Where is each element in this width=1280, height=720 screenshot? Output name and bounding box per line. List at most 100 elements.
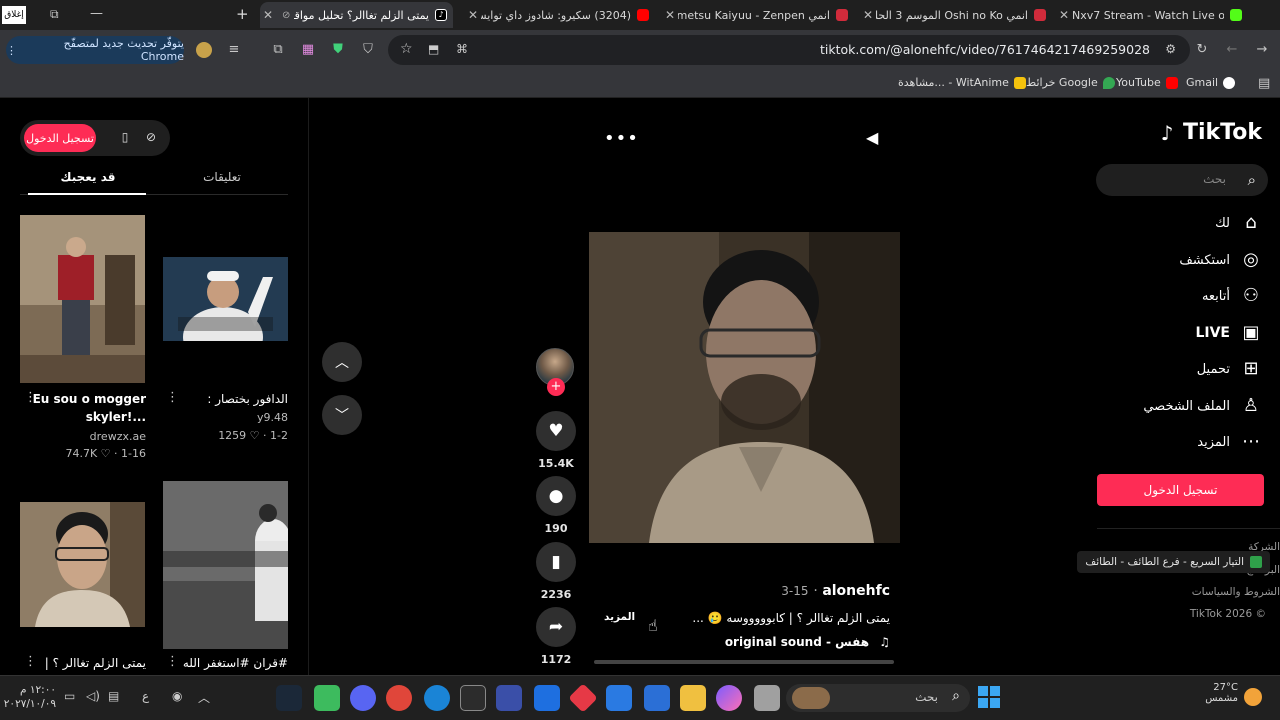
install-app-icon[interactable]: ⬒: [428, 42, 439, 56]
close-tab-icon[interactable]: ✕: [465, 8, 481, 22]
share-arrow-icon[interactable]: ➦: [536, 607, 576, 647]
tab-anime-shimetsu[interactable]: ✕ انمي Shimetsu Kaiyuu - Zenpen: [662, 2, 854, 28]
device-icon[interactable]: ▯: [118, 130, 132, 144]
nav-upload[interactable]: ⊞ تحميل: [1197, 355, 1262, 383]
profile-avatar-icon[interactable]: [196, 42, 212, 58]
store-icon[interactable]: [644, 685, 670, 711]
omnibox[interactable]: ☆ ⬒ ⌘ tiktok.com/@alonehfc/video/7617464…: [388, 35, 1190, 65]
steam-icon[interactable]: [276, 685, 302, 711]
anydesk-icon[interactable]: [568, 683, 598, 713]
nav-live[interactable]: ▣ LIVE: [1195, 319, 1262, 347]
bookmark-gmail[interactable]: Gmail: [1186, 76, 1236, 89]
leftover-tab-label[interactable]: إغلاق: [2, 6, 26, 24]
app-window-icon[interactable]: [754, 685, 780, 711]
nav-profile[interactable]: ♙ الملف الشخصي: [1143, 392, 1262, 420]
card-title[interactable]: يمتى الزلم تغاالر ؟ |: [28, 656, 146, 670]
close-tab-icon[interactable]: ✕: [662, 8, 678, 22]
language-indicator-icon[interactable]: ع: [142, 689, 149, 703]
bookmark-google-maps[interactable]: خرائط Google: [1026, 76, 1115, 89]
nav-for-you[interactable]: ⌂ لك: [1215, 209, 1262, 237]
network-icon[interactable]: ▤: [108, 689, 119, 703]
card-title[interactable]: #قران #استغفر الله: [163, 656, 288, 670]
save-action[interactable]: ▮ 2236: [536, 542, 576, 601]
tab-kick[interactable]: ✕ Nxv7 Stream - Watch Live on Ki: [1056, 2, 1248, 28]
caption-more-link[interactable]: المزيد: [604, 611, 635, 623]
taskbar-search[interactable]: بحث ⌕: [786, 684, 970, 712]
card-title-line2[interactable]: skyler!...: [28, 410, 146, 424]
video-thumbnail[interactable]: [163, 257, 288, 341]
panel-login-button[interactable]: تسجيل الدخول: [24, 124, 96, 152]
extension-icon[interactable]: ▦: [300, 42, 316, 58]
windows-start-icon[interactable]: [978, 686, 1000, 708]
video-author-line[interactable]: 3-15 · alonehfc: [781, 583, 890, 599]
close-tab-icon[interactable]: ✕: [860, 8, 876, 22]
video-sound[interactable]: original sound - هفس ♫: [725, 635, 890, 649]
copilot-icon[interactable]: [716, 685, 742, 711]
outlook-icon[interactable]: [606, 685, 632, 711]
epic-games-icon[interactable]: [460, 685, 486, 711]
search-icon[interactable]: ⌕: [1248, 171, 1256, 189]
follow-plus-icon[interactable]: +: [547, 378, 565, 396]
video-thumbnail[interactable]: [20, 502, 145, 627]
vpn-shield-icon[interactable]: ⛊: [330, 42, 346, 58]
video-progress-bar[interactable]: [594, 660, 894, 664]
heart-icon[interactable]: ♥: [536, 411, 576, 451]
video-player[interactable]: [589, 232, 900, 543]
tab-search-icon[interactable]: ⧉: [50, 7, 59, 22]
previous-video-chevron-up-icon[interactable]: ︿: [322, 342, 362, 382]
discord-icon[interactable]: [350, 685, 376, 711]
login-button[interactable]: تسجيل الدخول: [1097, 474, 1264, 506]
search-input[interactable]: بحث ⌕: [1096, 164, 1268, 196]
bookmark-icon[interactable]: ▮: [536, 542, 576, 582]
speaker-icon[interactable]: ◁): [86, 689, 100, 703]
next-video-chevron-down-icon[interactable]: ﹀: [322, 395, 362, 435]
battery-icon[interactable]: ▭: [64, 689, 75, 703]
media-control-icon[interactable]: ≡: [226, 42, 242, 58]
tab-comments[interactable]: تعليقات: [162, 170, 282, 184]
comment-action[interactable]: ● 190: [536, 476, 576, 535]
bookmark-youtube[interactable]: YouTube: [1116, 76, 1178, 89]
nav-following[interactable]: ⚇ أتابعه: [1202, 282, 1262, 310]
video-more-options-icon[interactable]: •••: [604, 128, 639, 149]
card-title[interactable]: الدافور بختصار :: [163, 392, 288, 406]
tab-anime-oshi[interactable]: ✕ انمي Oshi no Ko الموسم 3 الحلقة: [860, 2, 1052, 28]
forward-icon[interactable]: ←: [1224, 42, 1240, 58]
back-icon[interactable]: →: [1254, 42, 1270, 58]
kebab-menu-icon[interactable]: ⋮: [6, 44, 17, 57]
footer-link-terms[interactable]: الشروط والسياسات: [1192, 586, 1280, 598]
reload-icon[interactable]: ↻: [1194, 42, 1210, 58]
card-author[interactable]: y9.48: [163, 411, 288, 424]
microphone-icon[interactable]: ◉: [172, 689, 182, 703]
edge-icon[interactable]: [424, 685, 450, 711]
tab-youtube[interactable]: ✕ (3204) سكيرو: شادوز داي توايس: [465, 2, 655, 28]
whatsapp-icon[interactable]: [314, 685, 340, 711]
extensions-icon[interactable]: ⧉: [270, 42, 286, 58]
share-action[interactable]: ➦ 1172: [536, 607, 576, 666]
card-title[interactable]: Eu sou o mogger: [28, 392, 146, 406]
location-tag[interactable]: التيار السريع - فرع الطائف - الطائف: [1077, 551, 1270, 573]
nav-explore[interactable]: ◎ استكشف: [1179, 246, 1262, 274]
volume-icon[interactable]: ◀: [866, 128, 878, 147]
app-icon[interactable]: [496, 685, 522, 711]
all-bookmarks-icon[interactable]: ▤: [1258, 76, 1270, 91]
close-tab-icon[interactable]: ✕: [260, 8, 276, 22]
comment-icon[interactable]: ●: [536, 476, 576, 516]
close-tab-icon[interactable]: ✕: [1056, 8, 1072, 22]
video-thumbnail[interactable]: [20, 215, 145, 383]
tab-active[interactable]: ✕ ⊘ يمتى الزلم تغاالر؟ تحليل مواقف ♪: [260, 2, 453, 28]
chrome-icon[interactable]: [386, 685, 412, 711]
chevron-up-icon[interactable]: ︿: [198, 689, 210, 706]
video-thumbnail[interactable]: [163, 481, 288, 649]
translate-icon[interactable]: ⌘: [456, 42, 468, 56]
file-explorer-icon[interactable]: [680, 685, 706, 711]
dropbox-icon[interactable]: [534, 685, 560, 711]
shield-icon[interactable]: ⛉: [360, 42, 376, 58]
bookmark-witanime[interactable]: مشاهدة... - WitAnime: [898, 76, 1026, 89]
like-action[interactable]: ♥ 15.4K: [536, 411, 576, 470]
tab-you-may-like[interactable]: قد يعجبك: [28, 170, 148, 184]
new-tab-icon[interactable]: +: [236, 5, 249, 23]
taskbar-clock[interactable]: ١٢:٠٠ م ٢٠٢٧/١٠/٠٩: [4, 683, 56, 711]
nav-more[interactable]: ⋯ المزيد: [1197, 428, 1262, 456]
weather-widget[interactable]: 27°C مشمس: [1198, 682, 1238, 704]
minimize-icon[interactable]: —: [90, 6, 103, 21]
